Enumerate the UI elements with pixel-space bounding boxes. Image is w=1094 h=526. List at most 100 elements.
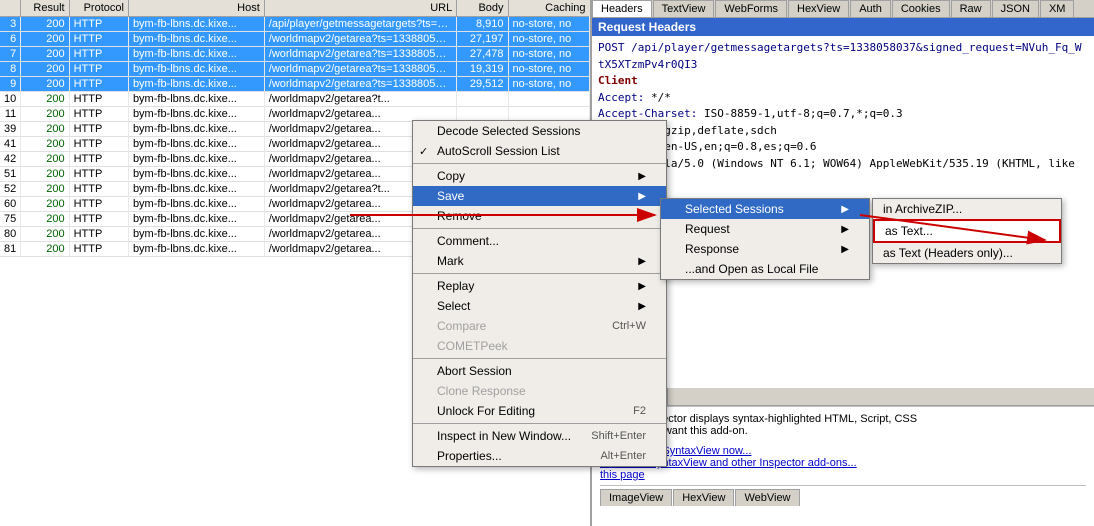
cell-id: 42 bbox=[0, 152, 21, 167]
cell-protocol: HTTP bbox=[69, 152, 128, 167]
cell-host: bym-fb-lbns.dc.kixe... bbox=[128, 182, 264, 197]
menu-select[interactable]: Select ▶ bbox=[413, 296, 666, 316]
table-row[interactable]: 10 200 HTTP bym-fb-lbns.dc.kixe... /worl… bbox=[0, 92, 590, 107]
menu-mark[interactable]: Mark ▶ bbox=[413, 251, 666, 271]
cell-id: 52 bbox=[0, 182, 21, 197]
mark-arrow: ▶ bbox=[638, 256, 646, 267]
cell-caching: no-store, no bbox=[508, 62, 589, 77]
syntax-text-1: taxView Inspector displays syntax-highli… bbox=[600, 413, 1086, 425]
bottom-tabs: ImageView HexView WebView bbox=[600, 485, 1086, 506]
cell-body: 29,512 bbox=[457, 77, 508, 92]
syntax-link-1[interactable]: d and Install SyntaxView now... bbox=[600, 445, 1086, 457]
tab-auth[interactable]: Auth bbox=[850, 0, 891, 17]
cell-body: 27,197 bbox=[457, 32, 508, 47]
submenu-save-response[interactable]: Response ▶ bbox=[661, 239, 869, 259]
cell-caching: no-store, no bbox=[508, 77, 589, 92]
submenu-selected-sessions: in ArchiveZIP... as Text... as Text (Hea… bbox=[872, 198, 1062, 264]
cell-host: bym-fb-lbns.dc.kixe... bbox=[128, 47, 264, 62]
syntax-link-2[interactable]: ore about SyntaxView and other Inspector… bbox=[600, 457, 1086, 469]
tab-json[interactable]: JSON bbox=[992, 0, 1039, 17]
menu-unlock[interactable]: Unlock For Editing F2 bbox=[413, 401, 666, 421]
table-row[interactable]: 3 200 HTTP bym-fb-lbns.dc.kixe... /api/p… bbox=[0, 17, 590, 32]
submenu-save-selected[interactable]: Selected Sessions ▶ bbox=[661, 199, 869, 219]
menu-cometpeek: COMETPeek bbox=[413, 336, 666, 356]
tab-cookies[interactable]: Cookies bbox=[892, 0, 950, 17]
menu-comment[interactable]: Comment... bbox=[413, 231, 666, 251]
cell-host: bym-fb-lbns.dc.kixe... bbox=[128, 122, 264, 137]
cell-protocol: HTTP bbox=[69, 167, 128, 182]
cell-id: 80 bbox=[0, 227, 21, 242]
tab-webforms[interactable]: WebForms bbox=[715, 0, 787, 17]
save-response-arrow: ▶ bbox=[841, 244, 849, 255]
cell-protocol: HTTP bbox=[69, 122, 128, 137]
cell-caching: no-store, no bbox=[508, 32, 589, 47]
header-accept: Accept: */* bbox=[598, 90, 1088, 107]
cell-protocol: HTTP bbox=[69, 47, 128, 62]
tab-hexview[interactable]: HexView bbox=[788, 0, 849, 17]
header-encoding: Encoding: gzip,deflate,sdch bbox=[598, 123, 1088, 140]
cell-body: 19,319 bbox=[457, 62, 508, 77]
menu-inspect[interactable]: Inspect in New Window... Shift+Enter bbox=[413, 426, 666, 446]
select-arrow: ▶ bbox=[638, 301, 646, 312]
menu-replay[interactable]: Replay ▶ bbox=[413, 276, 666, 296]
cell-protocol: HTTP bbox=[69, 17, 128, 32]
cell-protocol: HTTP bbox=[69, 92, 128, 107]
table-row[interactable]: 9 200 HTTP bym-fb-lbns.dc.kixe... /world… bbox=[0, 77, 590, 92]
menu-properties[interactable]: Properties... Alt+Enter bbox=[413, 446, 666, 466]
syntax-link-3[interactable]: this page bbox=[600, 469, 1086, 481]
tab-headers[interactable]: Headers bbox=[592, 0, 652, 18]
col-result: Result bbox=[21, 0, 69, 17]
submenu-as-text[interactable]: as Text... bbox=[873, 219, 1061, 243]
tab-textview[interactable]: TextView bbox=[653, 0, 715, 17]
menu-save[interactable]: Save ▶ bbox=[413, 186, 666, 206]
cell-id: 6 bbox=[0, 32, 21, 47]
cell-id: 9 bbox=[0, 77, 21, 92]
cell-url: /api/player/getmessagetargets?ts=1... bbox=[264, 17, 456, 32]
menu-copy[interactable]: Copy ▶ bbox=[413, 166, 666, 186]
cell-result: 200 bbox=[21, 242, 69, 257]
cell-result: 200 bbox=[21, 122, 69, 137]
cell-host: bym-fb-lbns.dc.kixe... bbox=[128, 77, 264, 92]
cell-url: /worldmapv2/getarea?ts=13388058 03... bbox=[264, 77, 456, 92]
cell-result: 200 bbox=[21, 92, 69, 107]
submenu-archive[interactable]: in ArchiveZIP... bbox=[873, 199, 1061, 219]
tab-webview[interactable]: WebView bbox=[735, 489, 799, 506]
submenu-as-text-headers[interactable]: as Text (Headers only)... bbox=[873, 243, 1061, 263]
col-protocol: Protocol bbox=[69, 0, 128, 17]
tab-xml[interactable]: XM bbox=[1040, 0, 1075, 17]
cell-result: 200 bbox=[21, 197, 69, 212]
cell-id: 51 bbox=[0, 167, 21, 182]
request-headers-title: Request Headers bbox=[592, 18, 1094, 36]
submenu-save-local[interactable]: ...and Open as Local File bbox=[661, 259, 869, 279]
header-ua: ent: Mozilla/5.0 (Windows NT 6.1; WOW64)… bbox=[598, 156, 1088, 189]
tab-raw[interactable]: Raw bbox=[951, 0, 991, 17]
cell-protocol: HTTP bbox=[69, 197, 128, 212]
cell-result: 200 bbox=[21, 107, 69, 122]
cell-id: 41 bbox=[0, 137, 21, 152]
table-row[interactable]: 8 200 HTTP bym-fb-lbns.dc.kixe... /world… bbox=[0, 62, 590, 77]
table-row[interactable]: 6 200 HTTP bym-fb-lbns.dc.kixe... /world… bbox=[0, 32, 590, 47]
submenu-save-request[interactable]: Request ▶ bbox=[661, 219, 869, 239]
cell-caching: no-store, no bbox=[508, 17, 589, 32]
menu-remove[interactable]: Remove ▶ bbox=[413, 206, 666, 226]
menu-abort[interactable]: Abort Session bbox=[413, 361, 666, 381]
cell-result: 200 bbox=[21, 17, 69, 32]
cell-protocol: HTTP bbox=[69, 77, 128, 92]
cell-id: 75 bbox=[0, 212, 21, 227]
menu-decode[interactable]: Decode Selected Sessions bbox=[413, 121, 666, 141]
menu-clone: Clone Response bbox=[413, 381, 666, 401]
cell-result: 200 bbox=[21, 137, 69, 152]
table-row[interactable]: 7 200 HTTP bym-fb-lbns.dc.kixe... /world… bbox=[0, 47, 590, 62]
remove-arrow: ▶ bbox=[638, 211, 646, 222]
divider-2 bbox=[413, 228, 666, 229]
menu-autoscroll[interactable]: AutoScroll Session List bbox=[413, 141, 666, 161]
syntax-view-panel: taxView Inspector displays syntax-highli… bbox=[592, 406, 1094, 526]
cell-id: 81 bbox=[0, 242, 21, 257]
cell-host: bym-fb-lbns.dc.kixe... bbox=[128, 152, 264, 167]
cell-id: 10 bbox=[0, 92, 21, 107]
copy-arrow: ▶ bbox=[638, 171, 646, 182]
tab-hexview2[interactable]: HexView bbox=[673, 489, 734, 506]
tab-imageview[interactable]: ImageView bbox=[600, 489, 672, 506]
cell-host: bym-fb-lbns.dc.kixe... bbox=[128, 242, 264, 257]
col-host: Host bbox=[128, 0, 264, 17]
